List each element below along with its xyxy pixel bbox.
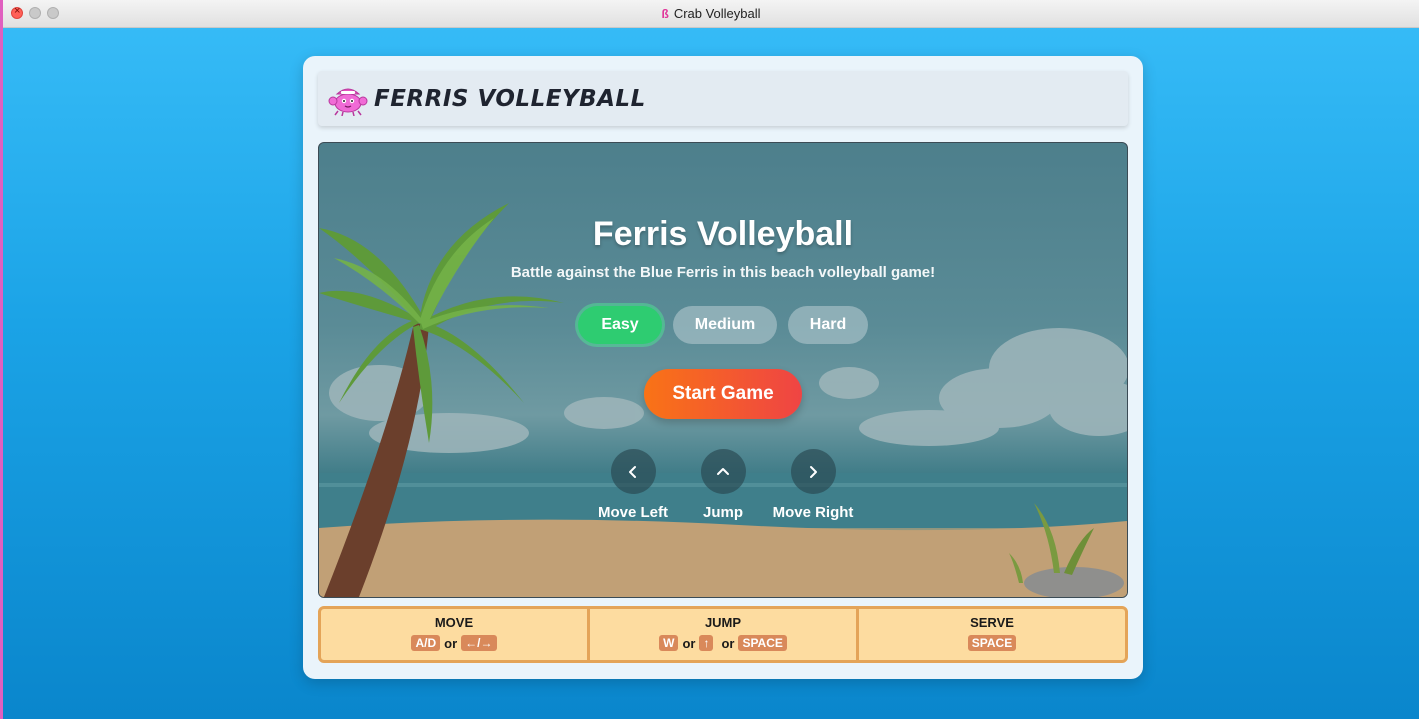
chevron-left-icon: [629, 465, 636, 478]
move-left-label: Move Left: [597, 504, 668, 521]
difficulty-hard-button[interactable]: Hard: [788, 306, 868, 344]
crab-logo-icon: [328, 88, 368, 116]
key-ad: A/D: [411, 635, 441, 651]
game-card: FERRIS VOLLEYBALL Ferris Volleyball Batt…: [303, 56, 1143, 679]
or-text: or: [682, 635, 696, 651]
control-move-right: Move Right: [763, 449, 863, 521]
keybinding-serve: SERVE SPACE: [859, 609, 1125, 660]
keybinding-jump-title: JUMP: [704, 615, 742, 630]
window-title: Crab Volleyball: [673, 6, 761, 21]
key-up-arrow: ↑: [699, 635, 714, 651]
keybinding-move-title: MOVE: [434, 615, 474, 630]
key-space: SPACE: [967, 635, 1017, 651]
menu-overlay: Ferris Volleyball Battle against the Blu…: [319, 143, 1127, 597]
key-arrows: ←/→: [461, 635, 497, 651]
close-window-button[interactable]: [11, 5, 23, 19]
window-controls: [11, 5, 59, 19]
or-text: or: [721, 635, 735, 651]
app-window: ß Crab Volleyball FERRIS VOLLEYBALL: [3, 0, 1419, 719]
start-game-button[interactable]: Start Game: [644, 369, 802, 419]
or-text: or: [444, 635, 458, 651]
difficulty-selector: Easy Medium Hard: [319, 306, 1127, 344]
jump-label: Jump: [702, 504, 743, 521]
move-right-button[interactable]: [790, 449, 836, 494]
chevron-up-icon: [717, 467, 729, 475]
key-w: W: [659, 635, 679, 651]
keybinding-serve-title: SERVE: [970, 615, 1014, 630]
difficulty-medium-button[interactable]: Medium: [673, 306, 777, 344]
jump-button[interactable]: [700, 449, 746, 494]
key-space: SPACE: [738, 635, 787, 651]
app-header: FERRIS VOLLEYBALL: [318, 71, 1128, 126]
move-left-button[interactable]: [610, 449, 656, 494]
game-title: Ferris Volleyball: [592, 215, 854, 253]
game-stage[interactable]: Ferris Volleyball Battle against the Blu…: [318, 142, 1128, 598]
brand-title: FERRIS VOLLEYBALL: [374, 85, 646, 112]
keybinding-move: MOVE A/D or ←/→: [321, 609, 590, 660]
minimize-window-button[interactable]: [29, 7, 41, 19]
keybinding-move-keys: A/D or ←/→: [411, 635, 497, 651]
control-move-left: Move Left: [583, 449, 683, 521]
chevron-right-icon: [810, 465, 817, 478]
keybindings-panel: MOVE A/D or ←/→ JUMP W or ↑ or SPACE SER: [318, 606, 1128, 663]
window-title-group: ß Crab Volleyball: [661, 6, 760, 21]
difficulty-easy-button[interactable]: Easy: [578, 306, 662, 344]
keybinding-jump: JUMP W or ↑ or SPACE: [590, 609, 859, 660]
keybinding-jump-keys: W or ↑ or SPACE: [659, 635, 787, 651]
title-bar: ß Crab Volleyball: [3, 0, 1419, 28]
app-icon: ß: [661, 6, 669, 21]
control-jump: Jump: [673, 449, 773, 521]
move-right-label: Move Right: [772, 504, 854, 521]
maximize-window-button[interactable]: [47, 7, 59, 19]
keybinding-serve-keys: SPACE: [967, 635, 1017, 651]
game-subtitle: Battle against the Blue Ferris in this b…: [510, 264, 936, 281]
